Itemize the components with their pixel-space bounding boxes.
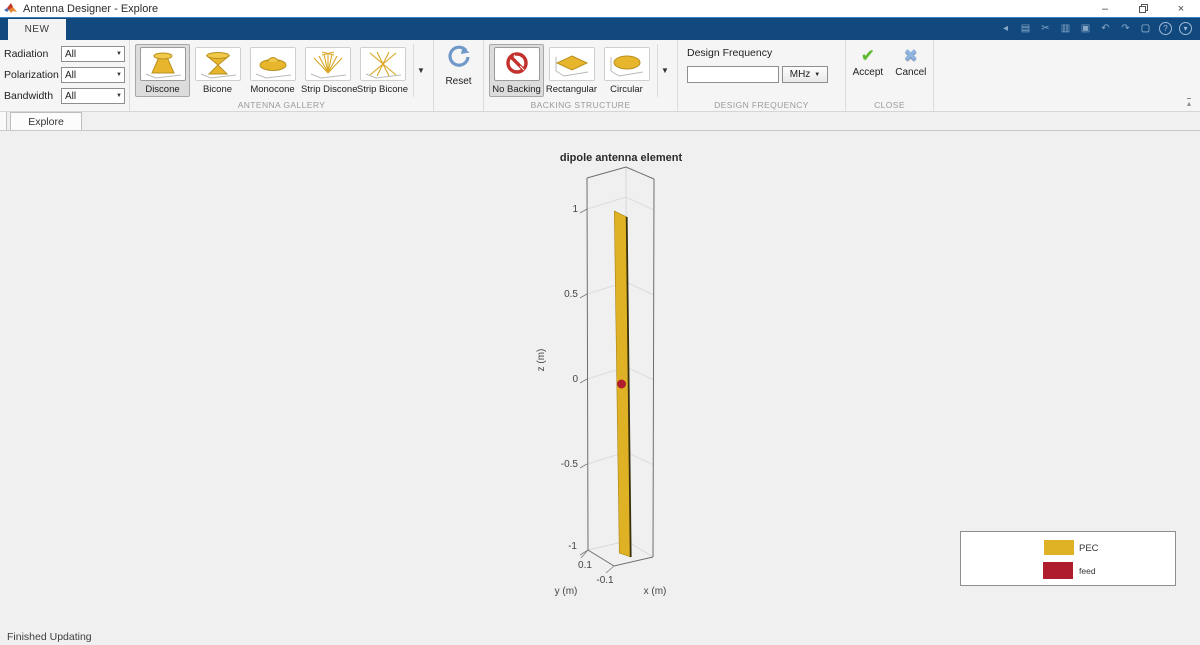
y-axis-label: y (m) [555, 586, 578, 597]
backing-expand-button[interactable]: ▼ [657, 44, 672, 97]
z-tick-m1: -1 [568, 541, 577, 552]
legend-label-feed: feed [1079, 566, 1096, 576]
minimize-button[interactable]: – [1086, 0, 1124, 17]
reset-group: Reset [434, 40, 484, 111]
no-backing-icon [505, 52, 528, 74]
backing-item-rectangular[interactable]: Rectangular [544, 44, 599, 97]
antenna-gallery-group: Discone Bicone Monocone Strip Discone St… [130, 40, 434, 111]
plot-area: dipole antenna element 1 0.5 0 -0.5 -1 0… [0, 131, 1200, 628]
reset-button[interactable]: Reset [439, 45, 478, 87]
x-axis-label: x (m) [644, 586, 667, 597]
document-tab-bar: Explore [0, 112, 1200, 131]
tick-marks [579, 208, 615, 574]
restore-icon [1138, 4, 1148, 13]
chevron-down-icon: ▼ [417, 66, 425, 75]
frequency-unit-select[interactable]: MHz ▼ [782, 66, 828, 83]
strip-discone-icon [310, 51, 346, 79]
chevron-down-icon: ▼ [116, 93, 122, 99]
title-bar: Antenna Designer - Explore – × [0, 0, 1200, 17]
more-options-icon[interactable]: ▾ [1179, 22, 1192, 35]
design-frequency-group: Design Frequency MHz ▼ DESIGN FREQUENCY [678, 40, 846, 111]
cancel-cross-icon: ✖ [903, 46, 918, 65]
window-layout-icon[interactable]: ▢ [1139, 23, 1152, 34]
bandwidth-select[interactable]: All ▼ [61, 88, 125, 104]
backing-item-no-backing[interactable]: No Backing [489, 44, 544, 97]
plot-title: dipole antenna element [560, 152, 683, 164]
circular-backing-icon [610, 55, 643, 77]
backing-item-circular[interactable]: Circular [599, 44, 654, 97]
monocone-icon [255, 57, 291, 79]
chevron-down-icon: ▼ [116, 51, 122, 57]
collapsed-panel-strip[interactable] [0, 112, 7, 130]
radiation-label: Radiation [4, 48, 49, 60]
legend-swatch-feed [1043, 562, 1073, 579]
reset-icon [447, 45, 470, 67]
rectangular-backing-icon [555, 55, 588, 77]
restore-button[interactable] [1124, 0, 1162, 17]
discone-icon [145, 52, 181, 79]
copy-icon[interactable]: ▥ [1059, 23, 1072, 34]
gallery-item-strip-discone[interactable]: Strip Discone [300, 44, 358, 97]
design-frequency-group-label: DESIGN FREQUENCY [714, 100, 809, 110]
tab-explore[interactable]: Explore [10, 112, 82, 130]
y-tick: 0.1 [578, 560, 592, 571]
z-tick-0: 0 [572, 374, 578, 385]
x-tick: -0.1 [596, 575, 614, 586]
z-tick-m05: -0.5 [561, 459, 579, 470]
close-group-label: CLOSE [874, 100, 905, 110]
quick-access-toolbar: ◂ ▤ ✂ ▥ ▣ ↶ ↷ ▢ ? ▾ [999, 17, 1200, 40]
redo-icon[interactable]: ↷ [1119, 23, 1132, 34]
paste-icon[interactable]: ▣ [1079, 23, 1092, 34]
bicone-icon [200, 52, 236, 79]
undo-icon[interactable]: ↶ [1099, 23, 1112, 34]
save-icon[interactable]: ▤ [1019, 23, 1032, 34]
filter-group: Radiation All ▼ Polarization All ▼ Bandw… [0, 40, 130, 111]
feed-point [617, 379, 626, 389]
tab-new[interactable]: NEW [8, 19, 66, 40]
plot-legend: PEC feed [960, 531, 1176, 586]
gallery-item-discone[interactable]: Discone [135, 44, 190, 97]
z-axis-label: z (m) [536, 349, 547, 372]
matlab-logo-icon [4, 3, 17, 13]
cancel-button[interactable]: ✖ Cancel [895, 46, 926, 98]
backing-structure-group: No Backing Rectangular Circular ▼ BACKIN… [484, 40, 678, 111]
legend-swatch-pec [1044, 540, 1074, 555]
status-bar: Finished Updating [0, 628, 1200, 645]
strip-bicone-icon [365, 51, 401, 79]
back-chevron-icon[interactable]: ◂ [999, 23, 1012, 34]
polarization-label: Polarization [4, 69, 59, 81]
polarization-select[interactable]: All ▼ [61, 67, 125, 83]
gallery-item-bicone[interactable]: Bicone [190, 44, 245, 97]
status-text: Finished Updating [7, 630, 92, 643]
bandwidth-label: Bandwidth [4, 90, 54, 102]
z-tick-1: 1 [572, 204, 578, 215]
ribbon-tab-band: NEW ◂ ▤ ✂ ▥ ▣ ↶ ↷ ▢ ? ▾ [0, 17, 1200, 40]
window-title: Antenna Designer - Explore [23, 2, 159, 15]
design-frequency-input[interactable] [687, 66, 779, 83]
chevron-down-icon: ▼ [661, 66, 669, 75]
legend-label-pec: PEC [1079, 543, 1099, 554]
ribbon: Radiation All ▼ Polarization All ▼ Bandw… [0, 40, 1200, 112]
design-frequency-label: Design Frequency [687, 47, 773, 59]
collapse-ribbon-button[interactable]: ▴ [1186, 98, 1191, 108]
gallery-item-monocone[interactable]: Monocone [245, 44, 300, 97]
gallery-expand-button[interactable]: ▼ [413, 44, 428, 97]
accept-button[interactable]: ✔ Accept [853, 46, 884, 98]
close-button[interactable]: × [1162, 0, 1200, 17]
chevron-down-icon: ▼ [814, 71, 821, 78]
backing-group-label: BACKING STRUCTURE [530, 100, 631, 110]
z-tick-05: 0.5 [564, 289, 578, 300]
close-group: ✔ Accept ✖ Cancel CLOSE [846, 40, 934, 111]
cut-icon[interactable]: ✂ [1039, 23, 1052, 34]
ribbon-filler: ▴ [934, 40, 1200, 111]
help-icon[interactable]: ? [1159, 22, 1172, 35]
radiation-select[interactable]: All ▼ [61, 46, 125, 62]
gallery-group-label: ANTENNA GALLERY [237, 100, 326, 110]
chevron-down-icon: ▼ [116, 72, 122, 78]
gallery-item-strip-bicone[interactable]: Strip Bicone [355, 44, 410, 97]
accept-check-icon: ✔ [860, 46, 876, 65]
